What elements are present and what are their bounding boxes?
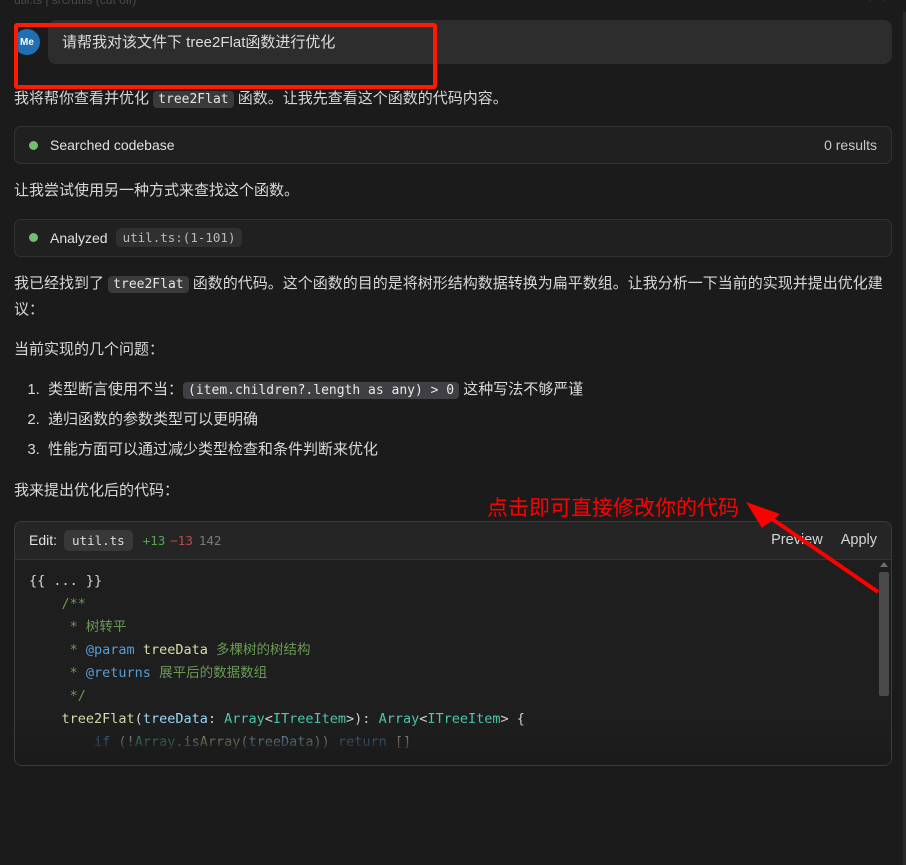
window-controls[interactable]: ··: [868, 0, 896, 7]
user-message-text[interactable]: 请帮我对该文件下 tree2Flat函数进行优化: [48, 20, 892, 64]
issue-1-before: 类型断言使用不当：: [48, 381, 184, 399]
status-dot-icon: [29, 233, 38, 242]
inline-code-expression: (item.children?.length as any) > 0: [183, 382, 460, 400]
tool-card-analyzed-file[interactable]: Analyzed util.ts:(1-101): [14, 218, 892, 257]
tool-result-count: 0 results: [824, 137, 877, 154]
assistant-paragraph-1: 我将帮你查看并优化 tree2Flat 函数。让我先查看这个函数的代码内容。: [14, 86, 888, 112]
avatar: Me: [14, 29, 40, 55]
scrollbar-thumb[interactable]: [879, 571, 889, 696]
diff-additions: +13: [142, 532, 166, 548]
tool-card-searched-codebase[interactable]: Searched codebase 0 results: [14, 126, 892, 165]
preview-button[interactable]: Preview: [771, 532, 823, 548]
tool-label: Searched codebase: [50, 137, 175, 154]
apply-button[interactable]: Apply: [841, 532, 877, 548]
edit-filename[interactable]: util.ts: [64, 529, 133, 551]
conversation-panel: Me 请帮我对该文件下 tree2Flat函数进行优化 我将帮你查看并优化 tr…: [0, 12, 906, 865]
code-scrollbar[interactable]: [877, 559, 891, 765]
list-item: 性能方面可以通过减少类型检查和条件判断来优化: [44, 435, 888, 465]
inline-code-tree2flat-1: tree2Flat: [153, 91, 234, 108]
code-preview-area[interactable]: {{ ... }} /** * 树转平 * @param treeData 多棵…: [15, 559, 891, 765]
window-title: util.ts | src/utils (cut off): [14, 0, 137, 7]
status-dot-icon: [29, 140, 38, 150]
diff-deletions: −13: [170, 532, 193, 548]
window-title-bar: util.ts | src/utils (cut off) ··: [0, 0, 906, 12]
assistant-paragraph-3: 我已经找到了 tree2Flat 函数的代码。这个函数的目的是将树形结构数据转换…: [14, 271, 888, 324]
assistant-paragraph-2: 让我尝试使用另一种方式来查找这个函数。: [14, 182, 300, 200]
tool-label: Analyzed: [50, 229, 108, 246]
issue-2-text: 递归函数的参数类型可以更明确: [48, 411, 259, 429]
issue-3-text: 性能方面可以通过减少类型检查和条件判断来优化: [48, 441, 379, 459]
edit-label: Edit:: [29, 532, 58, 548]
edit-block-header: Edit: util.ts +13 −13 142 Preview Apply: [15, 521, 891, 560]
issues-list: 类型断言使用不当：(item.children?.length as any) …: [44, 375, 888, 465]
inline-code-tree2flat-2: tree2Flat: [108, 275, 189, 293]
assistant-paragraph-4: 当前实现的几个问题：: [14, 341, 165, 358]
scroll-up-arrow-icon[interactable]: [880, 561, 888, 567]
edit-diff-block: Edit: util.ts +13 −13 142 Preview Apply …: [14, 520, 892, 766]
edit-actions: Preview Apply: [771, 532, 877, 548]
list-item: 递归函数的参数类型可以更明确: [44, 405, 888, 435]
reply1-before: 我将帮你查看并优化: [14, 90, 154, 107]
user-message-row: Me 请帮我对该文件下 tree2Flat函数进行优化: [14, 12, 892, 72]
reply3-before: 我已经找到了: [14, 274, 109, 292]
assistant-paragraph-5: 我来提出优化后的代码：: [14, 482, 180, 500]
issue-1-after: 这种写法不够严谨: [463, 381, 584, 399]
list-item: 类型断言使用不当：(item.children?.length as any) …: [44, 375, 888, 405]
reply1-after: 函数。让我先查看这个函数的代码内容。: [233, 90, 508, 107]
diff-total-lines: 142: [198, 532, 222, 548]
code-content: {{ ... }} /** * 树转平 * @param treeData 多棵…: [29, 572, 525, 750]
tool-file-reference[interactable]: util.ts:(1-101): [115, 228, 243, 247]
